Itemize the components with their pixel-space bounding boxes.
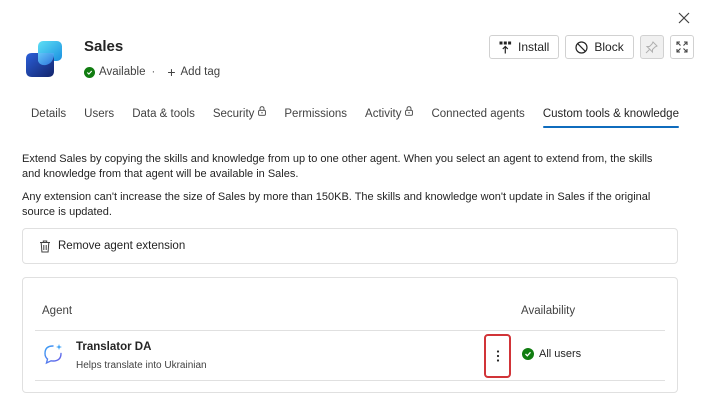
agents-table: Agent Availability Translator DA Helps t… <box>22 277 678 393</box>
pin-button[interactable] <box>639 35 664 59</box>
header-divider <box>35 330 665 331</box>
block-label: Block <box>594 40 624 54</box>
tab-label: Activity <box>365 108 402 120</box>
tab-label: Custom tools & knowledge <box>542 108 679 120</box>
remove-agent-extension-button[interactable]: Remove agent extension <box>22 228 678 264</box>
chat-sparkle-icon <box>44 344 62 365</box>
tab-custom-tools-knowledge[interactable]: Custom tools & knowledge <box>542 108 680 128</box>
agent-name: Translator DA <box>76 341 152 353</box>
status-text: Available <box>99 66 146 78</box>
sales-app-icon <box>26 41 62 77</box>
block-button[interactable]: Block <box>565 35 634 59</box>
tab-permissions[interactable]: Permissions <box>284 108 347 128</box>
add-tag-label: Add tag <box>180 66 221 78</box>
row-divider <box>35 380 665 381</box>
tab-label: Connected agents <box>431 108 525 120</box>
plus-icon: + <box>167 64 176 80</box>
expand-icon <box>676 41 688 53</box>
trash-icon <box>40 240 50 252</box>
lock-icon <box>258 106 267 116</box>
tab-connected-agents[interactable]: Connected agents <box>431 108 524 128</box>
agent-icon <box>42 342 66 366</box>
add-tag-button[interactable]: + Add tag <box>167 65 220 79</box>
remove-agent-extension-label: Remove agent extension <box>58 240 186 252</box>
close-icon <box>678 12 690 24</box>
size-limit-description: Any extension can't increase the size of… <box>22 191 651 218</box>
status-row: Available · + Add tag <box>84 65 220 79</box>
extension-description: Extend Sales by copying the skills and k… <box>22 153 653 180</box>
pin-icon <box>645 40 659 53</box>
availability-text: All users <box>539 348 582 360</box>
available-check-icon <box>84 66 95 78</box>
availability-cell: All users <box>522 348 581 360</box>
header-actions: Install Block <box>489 35 694 59</box>
expand-button[interactable] <box>669 35 694 59</box>
column-header-availability: Availability <box>521 305 576 317</box>
tab-activity[interactable]: Activity <box>365 106 414 128</box>
tab-label: Data & tools <box>132 108 195 120</box>
status-separator: · <box>151 66 156 78</box>
more-vertical-icon <box>496 350 499 362</box>
install-button[interactable]: Install <box>489 35 560 59</box>
column-header-agent: Agent <box>42 305 73 317</box>
block-icon <box>575 40 588 54</box>
tab-label: Security <box>212 108 255 120</box>
tab-security[interactable]: Security <box>212 106 267 128</box>
install-icon <box>499 41 512 53</box>
availability-check-icon <box>522 348 534 360</box>
tab-data-tools[interactable]: Data & tools <box>132 108 195 128</box>
tab-details[interactable]: Details <box>31 108 66 128</box>
app-logo <box>24 39 64 79</box>
tab-label: Details <box>31 108 67 120</box>
install-label: Install <box>518 40 550 54</box>
more-options-button[interactable] <box>484 334 511 378</box>
tab-label: Permissions <box>284 108 348 120</box>
tab-label: Users <box>84 108 115 120</box>
close-button[interactable] <box>674 8 694 28</box>
agent-description: Helps translate into Ukrainian <box>76 360 207 371</box>
tab-users[interactable]: Users <box>84 108 114 128</box>
app-title: Sales <box>84 38 124 55</box>
tab-bar: Details Users Data & tools Security Perm… <box>31 106 697 128</box>
lock-icon <box>405 106 414 116</box>
